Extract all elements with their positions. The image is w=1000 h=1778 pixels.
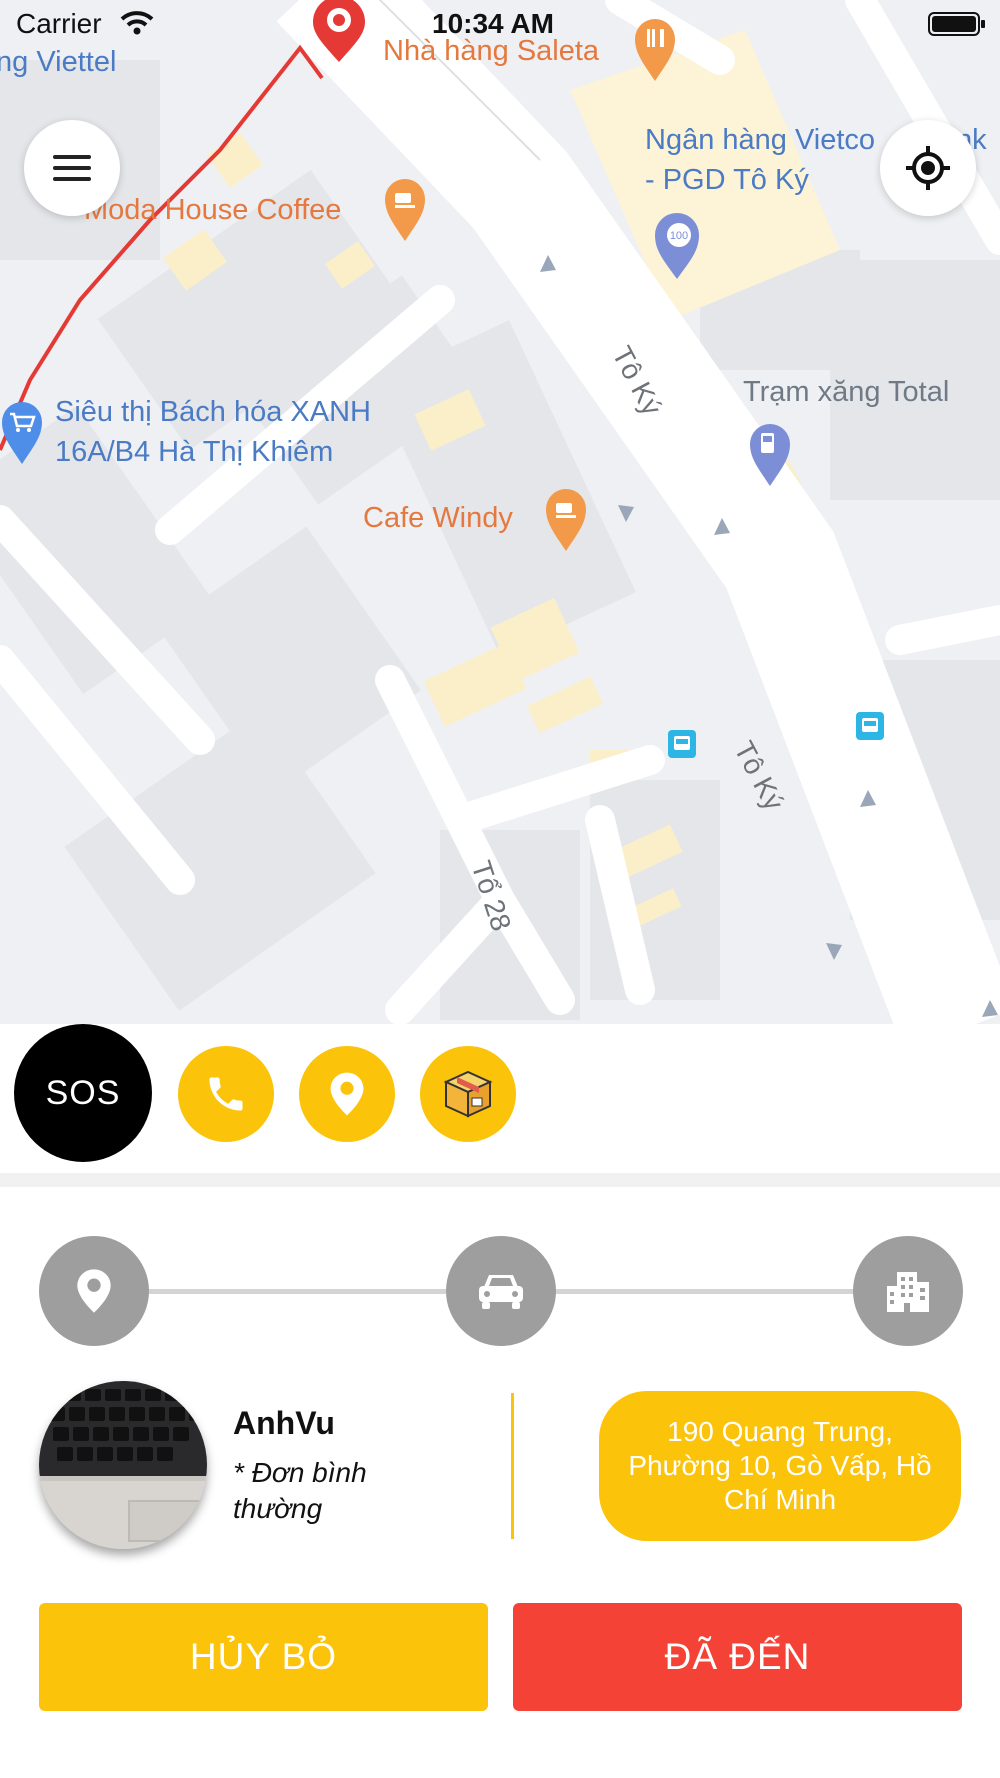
menu-button[interactable]: [24, 120, 120, 216]
bus-stop-icon[interactable]: [668, 730, 696, 758]
order-type-note: * Đơn bình thường: [233, 1457, 367, 1524]
gas-station-pin-icon[interactable]: [748, 422, 792, 488]
poi-moda-coffee[interactable]: Moda House Coffee: [84, 190, 341, 230]
progress-line: [554, 1289, 854, 1294]
bus-stop-icon[interactable]: [856, 712, 884, 740]
map-view[interactable]: ng Viettel Nhà hàng Saleta Ngân hàng Vie…: [0, 0, 1000, 1024]
poi-bach-hoa-line1[interactable]: Siêu thị Bách hóa XANH: [55, 392, 371, 432]
bank-pin-icon[interactable]: 100: [653, 211, 701, 281]
cafe-pin-icon[interactable]: [544, 487, 588, 553]
package-icon: [443, 1070, 493, 1118]
hamburger-menu-icon: [53, 155, 91, 181]
vertical-divider: [511, 1393, 514, 1539]
section-divider: [0, 1173, 1000, 1187]
trip-progress: [0, 1236, 1000, 1346]
sos-button[interactable]: SOS: [14, 1024, 152, 1162]
quick-action-bar: SOS: [0, 1024, 1000, 1184]
location-pin-icon: [330, 1072, 364, 1116]
avatar[interactable]: [39, 1381, 207, 1549]
status-bar: Carrier 10:34 AM: [0, 0, 1000, 48]
pickup-pin-icon: [77, 1269, 111, 1313]
poi-windy[interactable]: Cafe Windy: [363, 498, 513, 538]
driver-name: AnhVu: [233, 1405, 335, 1441]
poi-total[interactable]: Trạm xăng Total: [743, 372, 949, 412]
wifi-icon: [120, 11, 154, 35]
step-destination: [853, 1236, 963, 1346]
call-button[interactable]: [178, 1046, 274, 1142]
bank-badge-text: 100: [670, 230, 688, 242]
shop-pin-icon[interactable]: [0, 400, 44, 466]
destination-address[interactable]: 190 Quang Trung, Phường 10, Gò Vấp, Hồ C…: [599, 1391, 961, 1541]
step-on-the-way: [446, 1236, 556, 1346]
phone-icon: [209, 1077, 243, 1111]
crosshair-icon: [906, 146, 950, 190]
avatar-photo: [39, 1381, 207, 1549]
poi-bach-hoa-line2[interactable]: 16A/B4 Hà Thị Khiêm: [55, 432, 333, 472]
status-time: 10:34 AM: [432, 8, 554, 39]
building-icon: [887, 1272, 929, 1312]
cancel-button[interactable]: HỦY BỎ: [39, 1603, 488, 1711]
poi-vietcombank-line2[interactable]: - PGD Tô Ký: [645, 160, 809, 200]
poi-viettel[interactable]: ng Viettel: [0, 42, 116, 82]
my-location-button[interactable]: [880, 120, 976, 216]
progress-line: [146, 1289, 446, 1294]
step-pickup: [39, 1236, 149, 1346]
carrier-label: Carrier: [16, 8, 102, 39]
cafe-pin-icon[interactable]: [383, 177, 427, 243]
car-icon: [479, 1275, 523, 1309]
package-button[interactable]: [420, 1046, 516, 1142]
battery-icon: [928, 12, 985, 36]
arrived-button[interactable]: ĐÃ ĐẾN: [513, 1603, 962, 1711]
poi-vietcombank-line1[interactable]: Ngân hàng Vietco: [645, 120, 875, 160]
share-location-button[interactable]: [299, 1046, 395, 1142]
